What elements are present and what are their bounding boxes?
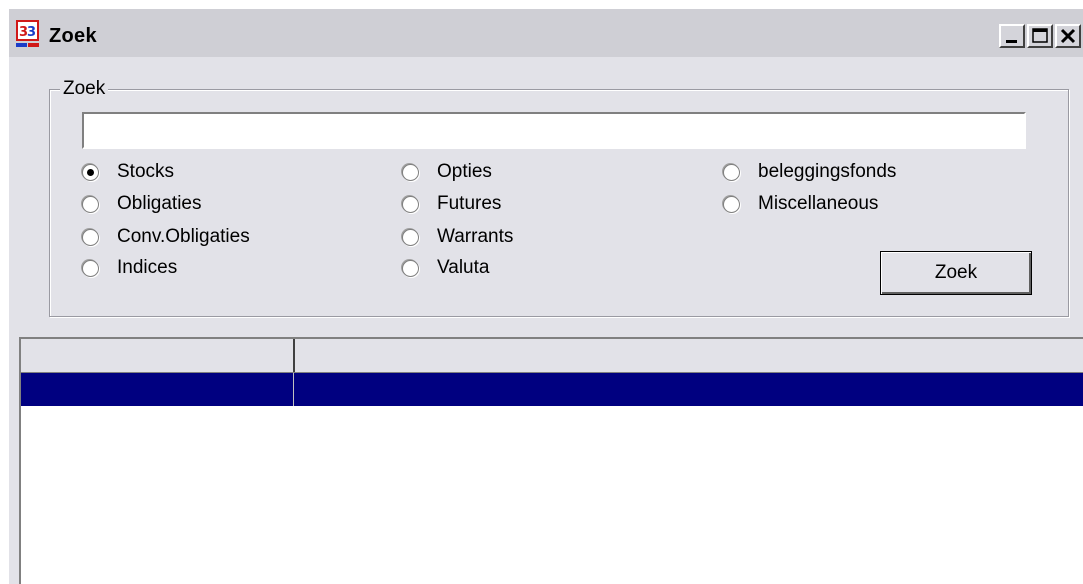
title-bar[interactable]: 3 3 Zoek [9, 9, 1083, 57]
search-input[interactable] [82, 112, 1026, 149]
row-cell-1 [21, 373, 293, 406]
radio-label: Opties [437, 161, 492, 182]
radio-opties[interactable]: Opties [402, 159, 492, 185]
minimize-button[interactable] [999, 24, 1025, 48]
radio-button[interactable] [402, 228, 419, 246]
radio-futures[interactable]: Futures [402, 191, 501, 217]
radio-label: Warrants [437, 226, 514, 247]
radio-button[interactable] [82, 259, 99, 277]
close-icon [1060, 28, 1076, 44]
radio-label: beleggingsfonds [758, 161, 897, 182]
radio-label: Indices [117, 257, 178, 278]
radio-label: Miscellaneous [758, 193, 879, 214]
radio-miscellaneous[interactable]: Miscellaneous [723, 191, 878, 217]
radio-label: Futures [437, 193, 502, 214]
radio-button[interactable] [402, 259, 419, 277]
radio-obligaties[interactable]: Obligaties [82, 191, 202, 217]
radio-warrants[interactable]: Warrants [402, 224, 513, 250]
radio-button[interactable] [82, 195, 99, 213]
column-header-2[interactable] [295, 339, 1083, 372]
radio-stocks[interactable]: Stocks [82, 159, 174, 185]
radio-conv-obligaties[interactable]: Conv.Obligaties [82, 224, 250, 250]
maximize-icon [1032, 28, 1048, 43]
close-button[interactable] [1055, 24, 1081, 48]
radio-indices[interactable]: Indices [82, 255, 177, 281]
results-list[interactable] [19, 337, 1083, 584]
minimize-icon [1006, 40, 1017, 43]
radio-label: Conv.Obligaties [117, 226, 250, 247]
radio-button[interactable] [723, 195, 740, 213]
radio-button[interactable] [402, 163, 419, 181]
radio-valuta[interactable]: Valuta [402, 255, 489, 281]
radio-button[interactable] [82, 228, 99, 246]
radio-label: Valuta [437, 257, 490, 278]
column-header-1[interactable] [21, 339, 295, 372]
list-header [21, 339, 1083, 373]
row-cell-2 [294, 373, 1083, 406]
groupbox-legend: Zoek [60, 78, 109, 100]
radio-button[interactable] [723, 163, 740, 181]
window-controls [999, 24, 1081, 48]
radio-beleggingsfonds[interactable]: beleggingsfonds [723, 159, 896, 185]
radio-label: Stocks [117, 161, 175, 182]
app-logo-icon: 3 3 [16, 20, 39, 47]
radio-button[interactable] [82, 163, 99, 181]
radio-label: Obligaties [117, 193, 202, 214]
window-title: Zoek [49, 25, 97, 47]
svg-text:3: 3 [27, 25, 36, 40]
zoek-window: 3 3 Zoek Zoek Stocks Obligaties Conv.Obl… [9, 9, 1083, 584]
zoek-button[interactable]: Zoek [880, 251, 1032, 295]
table-row[interactable] [21, 373, 1083, 406]
maximize-button[interactable] [1027, 24, 1053, 48]
radio-button[interactable] [402, 195, 419, 213]
